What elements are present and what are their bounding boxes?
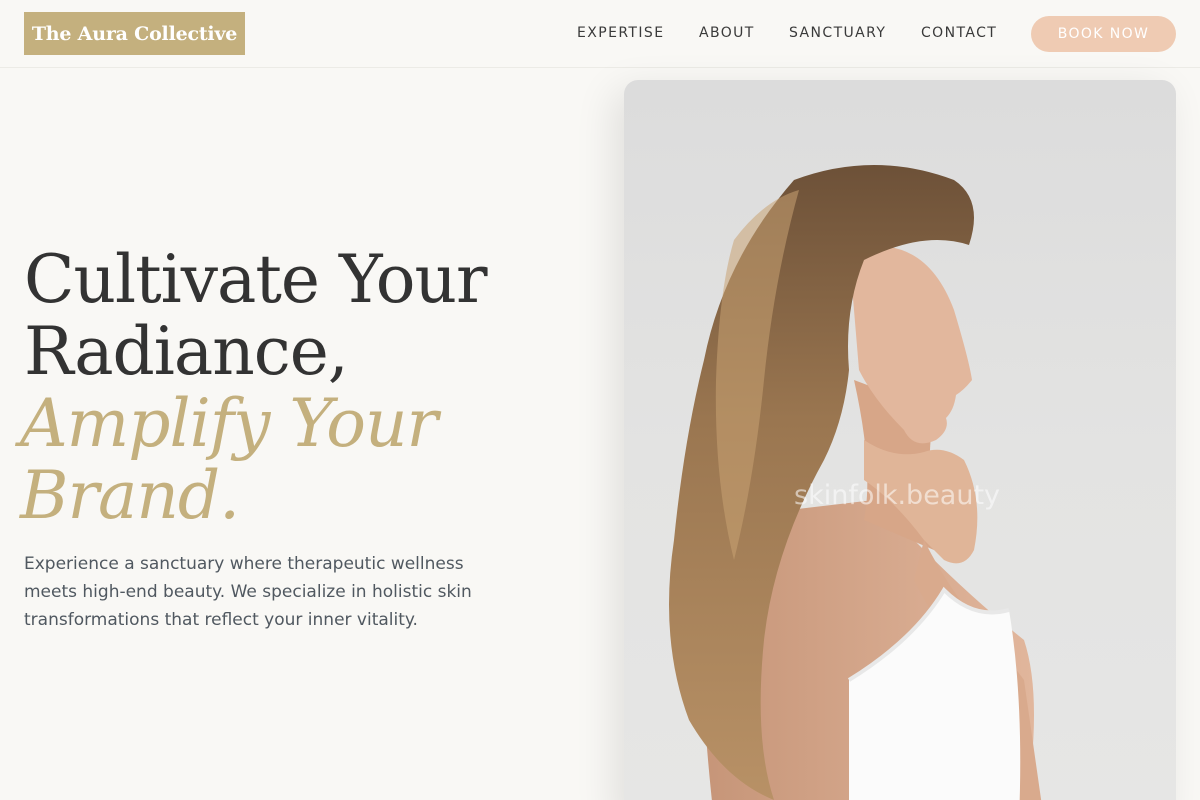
nav-link-about[interactable]: ABOUT [699,25,755,41]
nav-link-contact[interactable]: CONTACT [921,25,997,41]
model-portrait-illustration [669,165,1042,800]
hero-photo: skinfolk.beauty [624,80,1176,800]
hero-title-accent-line-2: Brand. [20,457,240,534]
nav-link-expertise[interactable]: EXPERTISE [577,25,664,41]
hero-headline: Cultivate Your Radiance, Amplify Your Br… [20,241,584,532]
book-now-button[interactable]: BOOK NOW [1031,16,1176,52]
hero-title-line-1: Cultivate Your [24,241,488,318]
nav-link-sanctuary[interactable]: SANCTUARY [789,25,886,41]
hero-title-line-2: Radiance, [24,313,349,390]
hero-title-accent-line-1: Amplify Your [20,385,438,462]
image-watermark: skinfolk.beauty [794,480,1001,511]
brand-logo[interactable]: The Aura Collective [24,12,245,55]
hero-description: Experience a sanctuary where therapeutic… [24,554,472,630]
site-header: The Aura Collective EXPERTISE ABOUT SANC… [0,0,1200,68]
